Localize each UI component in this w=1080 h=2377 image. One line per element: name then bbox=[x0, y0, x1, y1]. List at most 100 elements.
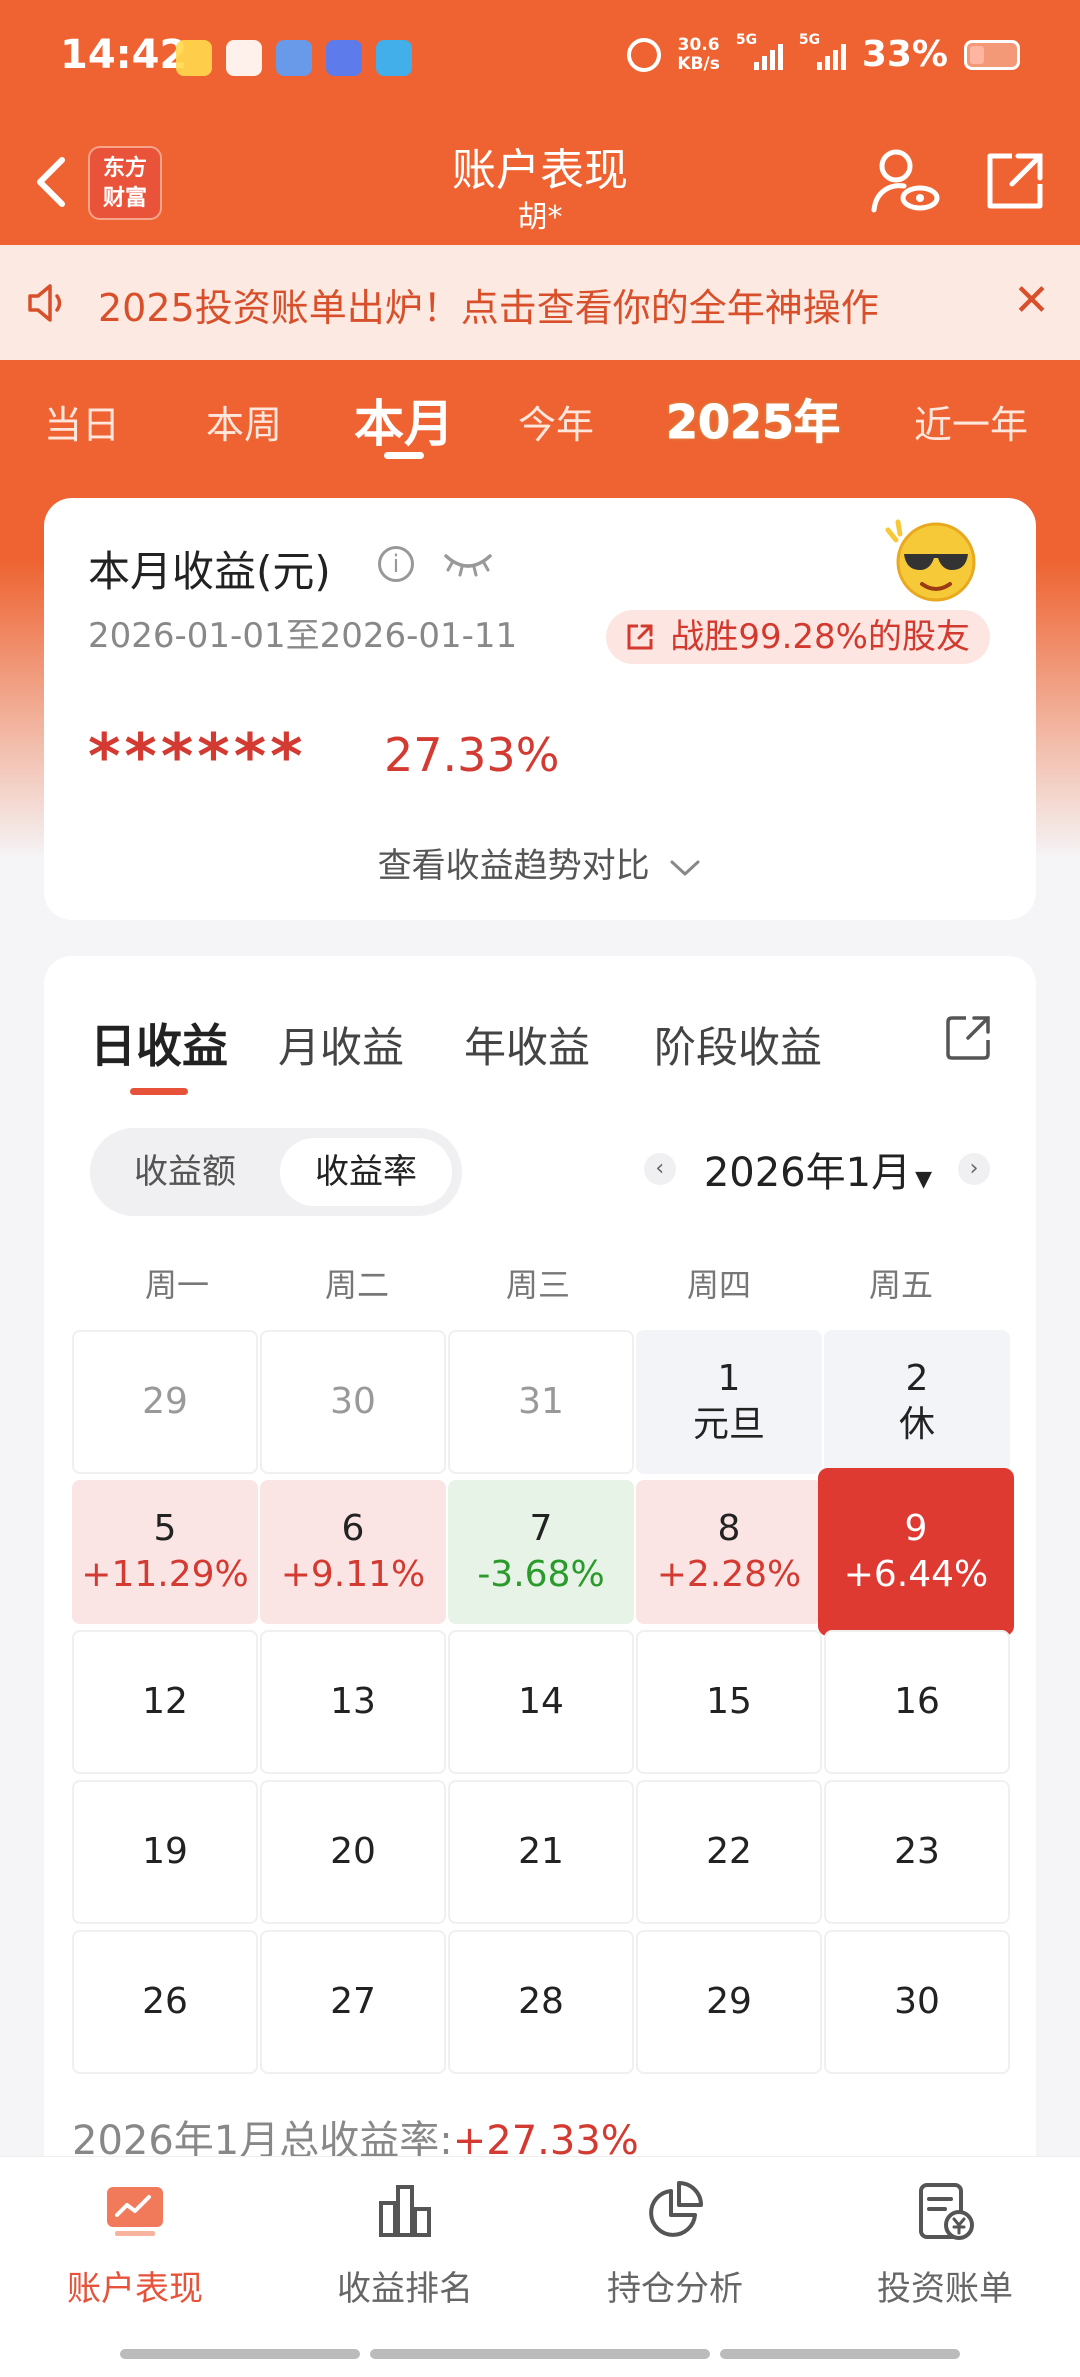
toggle-rate[interactable]: 收益率 bbox=[280, 1138, 452, 1206]
calendar-day[interactable]: 20 bbox=[260, 1780, 446, 1924]
day-number: 8 bbox=[717, 1508, 741, 1549]
calendar-day[interactable]: 29 bbox=[636, 1930, 822, 2074]
notification-icons bbox=[176, 40, 412, 76]
prev-month-button[interactable]: ‹ bbox=[643, 1153, 676, 1185]
toggle-amount[interactable]: 收益额 bbox=[100, 1138, 270, 1206]
calendar-day[interactable]: 28 bbox=[448, 1930, 634, 2074]
calendar-day[interactable]: 6 +9.11% bbox=[260, 1480, 446, 1624]
day-number: 23 bbox=[894, 1831, 940, 1872]
month-selector[interactable]: 2026年1月 ▼ bbox=[704, 1140, 932, 1198]
sim1-label: 5G bbox=[735, 31, 758, 48]
day-number: 9 bbox=[904, 1508, 928, 1549]
calendar-day[interactable]: 1 元旦 bbox=[636, 1330, 822, 1474]
chevron-down-icon bbox=[670, 860, 700, 875]
period-tabs: 当日 本周 本月 今年 2025年 近一年 bbox=[0, 370, 1080, 470]
month-navigator: ‹ 2026年1月 ▼ › bbox=[643, 1134, 990, 1204]
nav-profit-ranking[interactable]: 收益排名 bbox=[270, 2179, 540, 2310]
day-return: +9.11% bbox=[280, 1554, 426, 1595]
tab-stage-profit[interactable]: 阶段收益 bbox=[654, 1014, 822, 1075]
nav-holdings-analysis[interactable]: 持仓分析 bbox=[540, 2179, 810, 2310]
calendar-day[interactable]: 30 bbox=[260, 1330, 446, 1474]
info-icon[interactable]: i bbox=[378, 546, 414, 582]
next-month-button[interactable]: › bbox=[958, 1153, 990, 1185]
day-number: 29 bbox=[142, 1381, 188, 1422]
day-number: 30 bbox=[330, 1381, 376, 1422]
tab-this-year[interactable]: 今年 bbox=[518, 394, 594, 449]
day-number: 31 bbox=[518, 1381, 564, 1422]
calendar-day[interactable]: 13 bbox=[260, 1630, 446, 1774]
calendar-day[interactable]: 30 bbox=[824, 1930, 1010, 2074]
calendar-day[interactable]: 22 bbox=[636, 1780, 822, 1924]
day-number: 19 bbox=[142, 1831, 188, 1872]
bottom-nav: 账户表现 收益排名 持仓分析 投资账单 bbox=[0, 2156, 1080, 2377]
gesture-bar-segment bbox=[370, 2349, 710, 2359]
calendar-day[interactable]: 31 bbox=[448, 1330, 634, 1474]
nav-account-performance[interactable]: 账户表现 bbox=[0, 2179, 270, 2310]
month-label: 2026年1月 bbox=[703, 1150, 912, 1196]
calendar-day[interactable]: 23 bbox=[824, 1780, 1010, 1924]
calendar-day[interactable]: 15 bbox=[636, 1630, 822, 1774]
day-number: 13 bbox=[330, 1681, 376, 1722]
calendar-day[interactable]: 16 bbox=[824, 1630, 1010, 1774]
weekday-tue: 周二 bbox=[324, 1266, 389, 1304]
weekday-fri: 周五 bbox=[868, 1266, 933, 1304]
tab-today[interactable]: 当日 bbox=[44, 394, 120, 449]
share-icon[interactable] bbox=[984, 150, 1046, 212]
calendar-day[interactable]: 8 +2.28% bbox=[636, 1480, 822, 1624]
eye-closed-icon[interactable] bbox=[442, 550, 494, 578]
pinduoduo-app-icon bbox=[226, 40, 262, 76]
beat-text: 战胜99.28%的股友 bbox=[670, 617, 970, 657]
beat-badge[interactable]: 战胜99.28%的股友 bbox=[606, 610, 990, 664]
tab-this-week[interactable]: 本周 bbox=[206, 394, 282, 449]
day-number: 5 bbox=[153, 1508, 177, 1549]
tab-monthly-profit[interactable]: 月收益 bbox=[278, 1014, 404, 1075]
calendar-day[interactable]: 29 bbox=[72, 1330, 258, 1474]
tab-daily-profit[interactable]: 日收益 bbox=[90, 1010, 228, 1076]
nav-investment-bill[interactable]: 投资账单 bbox=[810, 2179, 1080, 2310]
calendar-day[interactable]: 2休 bbox=[824, 1330, 1010, 1474]
tab-last-year[interactable]: 近一年 bbox=[914, 394, 1028, 449]
tab-2025[interactable]: 2025年 bbox=[665, 386, 840, 452]
tab-this-month[interactable]: 本月 bbox=[354, 384, 454, 456]
privacy-eye-icon[interactable] bbox=[870, 146, 940, 216]
calendar-day[interactable]: 7 -3.68% bbox=[448, 1480, 634, 1624]
vivo-app-icon bbox=[326, 40, 362, 76]
day-number: 22 bbox=[706, 1831, 752, 1872]
notice-banner[interactable]: 2025投资账单出炉！点击查看你的全年神操作 ✕ bbox=[0, 245, 1080, 360]
day-number: 2 bbox=[905, 1358, 929, 1399]
calendar-day[interactable]: 12 bbox=[72, 1630, 258, 1774]
day-note: 元旦 bbox=[692, 1404, 765, 1445]
calendar-day[interactable]: 21 bbox=[448, 1780, 634, 1924]
day-number: 15 bbox=[706, 1681, 752, 1722]
weekday-mon: 周一 bbox=[144, 1266, 209, 1304]
sim2-label: 5G bbox=[798, 31, 821, 48]
export-icon[interactable] bbox=[944, 1012, 994, 1062]
trend-link-label: 查看收益趋势对比 bbox=[377, 846, 650, 886]
calendar-day[interactable]: 26 bbox=[72, 1930, 258, 2074]
day-note: 休 bbox=[898, 1404, 935, 1445]
network-speed: 30.6 KB/s bbox=[677, 34, 720, 74]
calendar-day[interactable]: 14 bbox=[448, 1630, 634, 1774]
calendar-day[interactable]: 19 bbox=[72, 1780, 258, 1924]
day-number: 27 bbox=[330, 1981, 376, 2022]
day-number: 28 bbox=[518, 1981, 564, 2022]
day-number: 26 bbox=[142, 1981, 188, 2022]
calendar-day[interactable]: 27 bbox=[260, 1930, 446, 2074]
net-speed-value: 30.6 bbox=[677, 34, 720, 55]
browser-app-icon bbox=[276, 40, 312, 76]
tab-yearly-profit[interactable]: 年收益 bbox=[464, 1014, 590, 1075]
bill-icon bbox=[919, 2183, 974, 2240]
notice-text: 2025投资账单出炉！点击查看你的全年神操作 bbox=[98, 286, 879, 330]
bar-chart-icon bbox=[379, 2185, 431, 2237]
calendar-day-selected[interactable]: 9 +6.44% bbox=[818, 1468, 1014, 1636]
calendar-day[interactable]: 5 +11.29% bbox=[72, 1480, 258, 1624]
day-return: +2.28% bbox=[656, 1554, 802, 1595]
trend-compare-link[interactable]: 查看收益趋势对比 bbox=[44, 838, 1036, 887]
day-number: 12 bbox=[142, 1681, 188, 1722]
masked-profit-value: ****** bbox=[88, 720, 307, 793]
weekday-thu: 周四 bbox=[686, 1266, 751, 1304]
signal-icon: 5G bbox=[799, 32, 846, 70]
profit-tab-underline bbox=[130, 1088, 188, 1095]
day-return: +6.44% bbox=[843, 1554, 989, 1595]
close-icon[interactable]: ✕ bbox=[1013, 275, 1050, 326]
